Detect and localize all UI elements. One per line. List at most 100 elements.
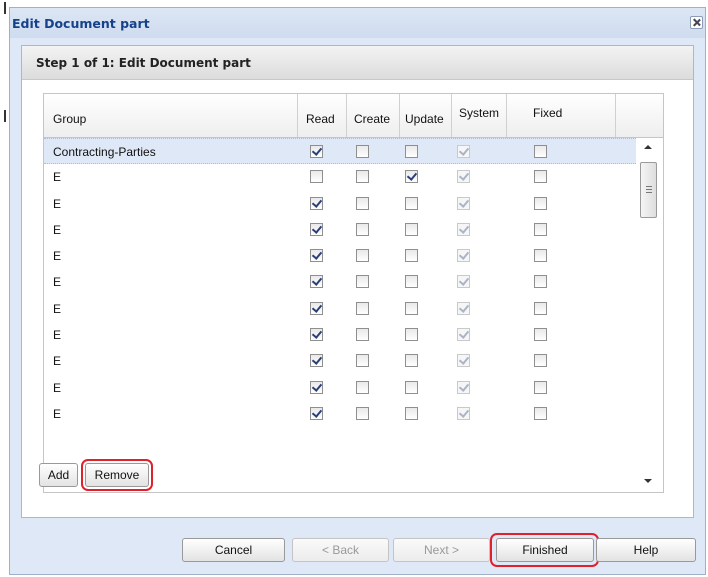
column-header-system[interactable]: System [452,94,507,137]
dialog-titlebar[interactable]: Edit Document part [10,8,705,38]
table-row[interactable]: E [44,322,636,348]
table-row[interactable]: Contracting-Parties [44,138,636,165]
fixed-checkbox[interactable] [534,222,547,236]
system-checkbox [457,222,470,236]
fixed-checkbox[interactable] [534,354,547,368]
update-checkbox[interactable] [405,275,418,289]
left-tick [4,110,6,122]
cancel-button[interactable]: Cancel [182,538,285,562]
read-checkbox[interactable] [310,301,323,315]
create-checkbox[interactable] [356,275,369,289]
remove-highlight [81,459,153,491]
create-checkbox[interactable] [356,222,369,236]
fixed-checkbox[interactable] [534,170,547,184]
fixed-checkbox[interactable] [534,406,547,420]
panel-header: Step 1 of 1: Edit Document part [22,46,693,80]
read-checkbox[interactable] [310,249,323,263]
group-name: E [53,275,62,290]
update-checkbox[interactable] [405,301,418,315]
create-checkbox[interactable] [356,406,369,420]
permissions-grid: Group Read Create Update System Fixed Co… [43,93,664,493]
back-button[interactable]: < Back [292,538,389,562]
table-row[interactable]: E [44,164,636,190]
table-row[interactable]: E [44,296,636,322]
system-checkbox [457,406,470,420]
update-checkbox[interactable] [405,354,418,368]
group-name: E [53,196,62,211]
table-row[interactable]: E [44,191,636,217]
dialog-title: Edit Document part [12,16,150,31]
fixed-checkbox[interactable] [534,380,547,394]
table-row[interactable]: E [44,348,636,374]
group-name: E [53,249,62,264]
system-checkbox [457,170,470,184]
read-checkbox[interactable] [310,328,323,342]
update-checkbox[interactable] [405,406,418,420]
system-checkbox [457,275,470,289]
create-checkbox[interactable] [356,145,369,158]
left-tick [4,2,6,14]
help-button[interactable]: Help [596,538,696,562]
column-header-group[interactable]: Group [44,94,298,137]
update-checkbox[interactable] [405,328,418,342]
column-header-fixed[interactable]: Fixed [507,94,616,137]
update-checkbox[interactable] [405,222,418,236]
read-checkbox[interactable] [310,222,323,236]
update-checkbox[interactable] [405,249,418,263]
fixed-checkbox[interactable] [534,301,547,315]
read-checkbox[interactable] [310,380,323,394]
create-checkbox[interactable] [356,170,369,184]
system-checkbox [457,145,470,158]
grid-header: Group Read Create Update System Fixed [44,94,663,138]
update-checkbox[interactable] [405,170,418,184]
create-checkbox[interactable] [356,328,369,342]
create-checkbox[interactable] [356,196,369,210]
grip-icon [646,186,652,193]
column-header-create[interactable]: Create [347,94,400,137]
add-button[interactable]: Add [39,463,78,487]
read-checkbox[interactable] [310,145,323,158]
fixed-checkbox[interactable] [534,145,547,158]
panel-title: Step 1 of 1: Edit Document part [36,56,251,70]
read-checkbox[interactable] [310,406,323,420]
group-name: Contracting-Parties [53,145,156,159]
read-checkbox[interactable] [310,196,323,210]
update-checkbox[interactable] [405,380,418,394]
edit-document-part-dialog: Edit Document part Step 1 of 1: Edit Doc… [9,7,706,575]
column-header-update[interactable]: Update [400,94,452,137]
create-checkbox[interactable] [356,354,369,368]
read-checkbox[interactable] [310,275,323,289]
scroll-down-icon[interactable] [644,479,652,483]
close-icon[interactable] [690,16,703,29]
scrollbar-thumb[interactable] [640,162,657,218]
group-name: E [53,328,62,343]
grid-rows: Contracting-Parties E E E E E E E E E E [44,138,636,427]
read-checkbox[interactable] [310,170,323,184]
group-name: E [53,406,62,421]
create-checkbox[interactable] [356,380,369,394]
system-checkbox [457,249,470,263]
next-button[interactable]: Next > [393,538,490,562]
table-row[interactable]: E [44,401,636,427]
scroll-up-icon[interactable] [644,145,652,149]
group-name: E [53,170,62,185]
fixed-checkbox[interactable] [534,196,547,210]
table-row[interactable]: E [44,217,636,243]
update-checkbox[interactable] [405,145,418,158]
system-checkbox [457,354,470,368]
read-checkbox[interactable] [310,354,323,368]
column-header-read[interactable]: Read [298,94,347,137]
fixed-checkbox[interactable] [534,249,547,263]
group-name: E [53,301,62,316]
update-checkbox[interactable] [405,196,418,210]
create-checkbox[interactable] [356,249,369,263]
table-row[interactable]: E [44,375,636,401]
table-row[interactable]: E [44,243,636,269]
create-checkbox[interactable] [356,301,369,315]
system-checkbox [457,380,470,394]
table-row[interactable]: E [44,269,636,295]
system-checkbox [457,328,470,342]
fixed-checkbox[interactable] [534,328,547,342]
vertical-scrollbar[interactable] [636,138,663,492]
fixed-checkbox[interactable] [534,275,547,289]
